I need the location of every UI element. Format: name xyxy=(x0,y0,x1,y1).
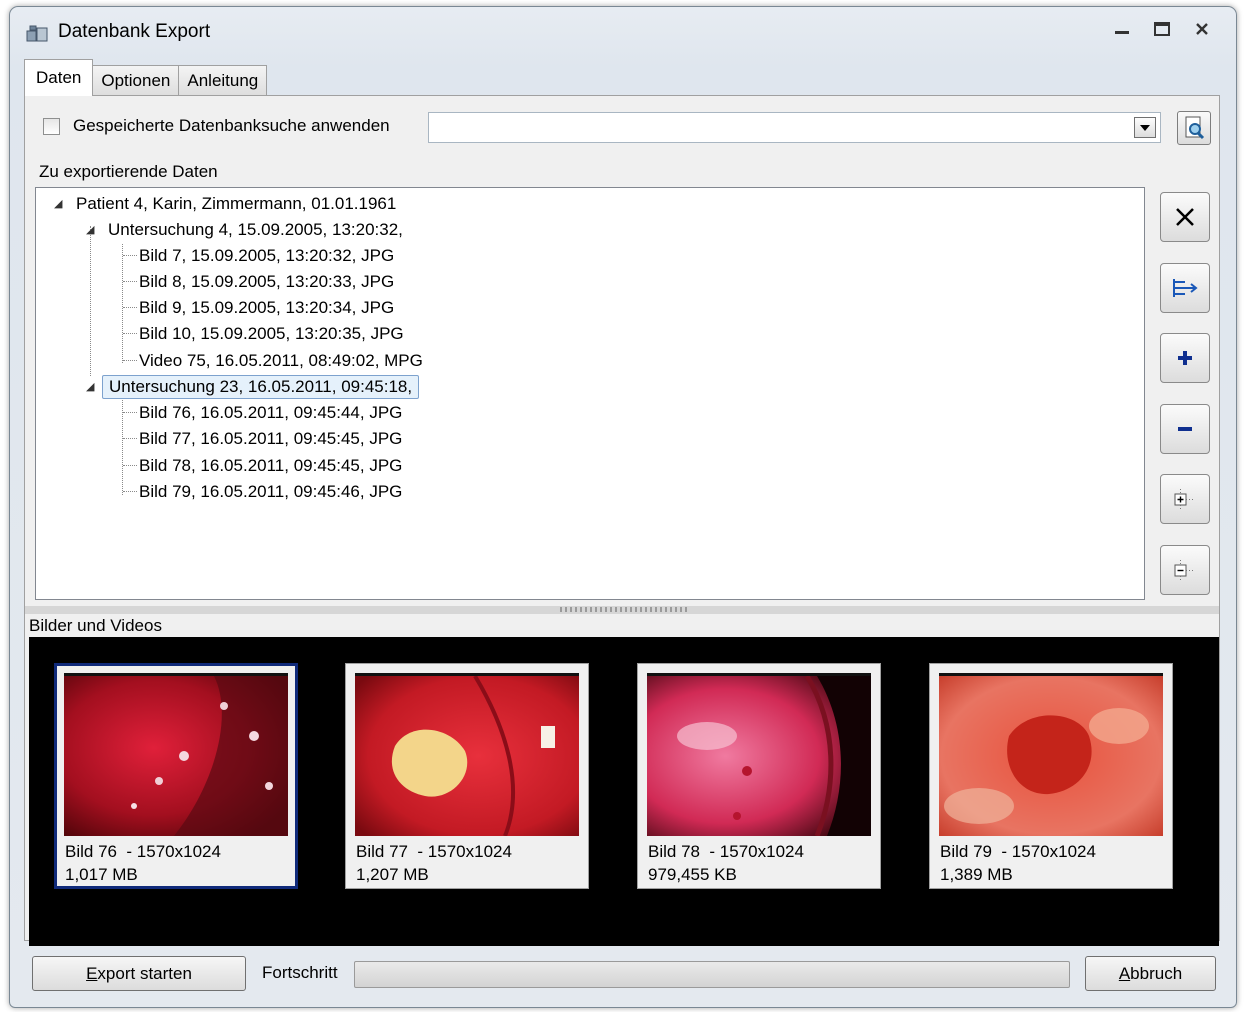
tree-connector xyxy=(123,438,137,439)
export-data-label: Zu exportierende Daten xyxy=(39,162,218,181)
thumbnail-gallery[interactable]: Bild 76 - 1570x1024 1,017 MB Bild 77 - 1… xyxy=(29,637,1219,946)
tree-connector xyxy=(123,360,137,361)
tree-node-image[interactable]: Bild 78, 16.05.2011, 09:45:45, JPG xyxy=(139,455,402,477)
saved-search-label[interactable]: Gespeicherte Datenbanksuche anwenden xyxy=(73,116,390,136)
window-title: Datenbank Export xyxy=(58,21,211,42)
tree-connector xyxy=(122,244,123,363)
close-x-icon xyxy=(1176,208,1194,226)
add-button[interactable] xyxy=(1160,333,1210,383)
grip-icon xyxy=(560,607,690,612)
footer-bar: Export starten Fortschritt Abbruch xyxy=(10,941,1238,1001)
thumbnail-caption: Bild 77 - 1570x1024 1,207 MB xyxy=(356,842,512,884)
splitter-handle[interactable] xyxy=(25,606,1219,614)
export-tree[interactable]: ◢ Patient 4, Karin, Zimmermann, 01.01.19… xyxy=(35,187,1145,600)
export-selection-button[interactable] xyxy=(1160,263,1210,313)
thumbnail-image xyxy=(355,673,579,836)
tab-anleitung[interactable]: Anleitung xyxy=(178,65,268,95)
collapse-triangle-icon[interactable]: ◢ xyxy=(54,197,62,210)
tree-connector xyxy=(122,400,123,495)
database-export-icon xyxy=(26,25,48,42)
tab-content-daten: Gespeicherte Datenbanksuche anwenden Zu … xyxy=(24,95,1220,946)
tree-node-image[interactable]: Bild 76, 16.05.2011, 09:45:44, JPG xyxy=(139,402,402,424)
tree-node-image[interactable]: Bild 10, 15.09.2005, 13:20:35, JPG xyxy=(139,323,404,345)
tree-node-image[interactable]: Bild 79, 16.05.2011, 09:45:46, JPG xyxy=(139,481,402,503)
close-window-icon[interactable] xyxy=(1182,13,1222,45)
tree-node-video[interactable]: Video 75, 16.05.2011, 08:49:02, MPG xyxy=(139,350,423,372)
search-button[interactable] xyxy=(1177,111,1211,145)
tree-connector xyxy=(123,465,137,466)
thumbnail-image xyxy=(64,673,288,836)
tab-optionen[interactable]: Optionen xyxy=(92,65,180,95)
collapse-all-button[interactable] xyxy=(1160,545,1210,595)
tree-node-patient[interactable]: Patient 4, Karin, Zimmermann, 01.01.1961 xyxy=(76,193,396,215)
tab-daten[interactable]: Daten xyxy=(24,59,94,96)
export-arrow-icon xyxy=(1173,279,1198,297)
saved-search-checkbox[interactable] xyxy=(43,118,60,135)
saved-search-combo[interactable] xyxy=(428,112,1161,143)
window-controls xyxy=(1102,13,1222,47)
cancel-label-mnemonic: A xyxy=(1118,963,1131,983)
gallery-label: Bilder und Videos xyxy=(29,616,162,635)
collapse-triangle-icon[interactable]: ◢ xyxy=(86,223,94,236)
tree-node-exam[interactable]: Untersuchung 4, 15.09.2005, 13:20:32, xyxy=(108,219,403,241)
thumbnail-card[interactable]: Bild 76 - 1570x1024 1,017 MB xyxy=(54,663,298,889)
collapse-tree-icon xyxy=(1174,560,1194,580)
minimize-icon[interactable] xyxy=(1102,13,1142,45)
collapse-triangle-icon[interactable]: ◢ xyxy=(86,380,94,393)
tree-connector xyxy=(123,412,137,413)
title-bar[interactable]: Datenbank Export xyxy=(10,7,1236,53)
expand-all-button[interactable] xyxy=(1160,474,1210,524)
export-label: xport starten xyxy=(97,963,192,983)
thumbnail-image xyxy=(939,673,1163,836)
progress-label: Fortschritt xyxy=(262,963,338,982)
export-start-button[interactable]: Export starten xyxy=(32,956,246,991)
remove-item-button[interactable] xyxy=(1160,404,1210,454)
maximize-icon[interactable] xyxy=(1142,13,1182,45)
tree-connector xyxy=(123,255,137,256)
tree-connector xyxy=(90,226,91,376)
thumbnail-card[interactable]: Bild 77 - 1570x1024 1,207 MB xyxy=(345,663,589,889)
thumbnail-card[interactable]: Bild 79 - 1570x1024 1,389 MB xyxy=(929,663,1173,889)
tree-node-image[interactable]: Bild 77, 16.05.2011, 09:45:45, JPG xyxy=(139,428,402,450)
tree-connector xyxy=(123,491,137,492)
cancel-label: bbruch xyxy=(1130,963,1183,983)
tree-connector xyxy=(123,281,137,282)
thumbnail-image xyxy=(647,673,871,836)
tree-connector xyxy=(123,307,137,308)
plus-icon xyxy=(1178,351,1192,365)
tree-node-exam-selected[interactable]: Untersuchung 23, 16.05.2011, 09:45:18, xyxy=(102,375,420,399)
remove-button[interactable] xyxy=(1160,192,1210,242)
tree-node-image[interactable]: Bild 8, 15.09.2005, 13:20:33, JPG xyxy=(139,271,394,293)
thumbnail-card[interactable]: Bild 78 - 1570x1024 979,455 KB xyxy=(637,663,881,889)
thumbnail-caption: Bild 78 - 1570x1024 979,455 KB xyxy=(648,842,804,884)
cancel-button[interactable]: Abbruch xyxy=(1085,956,1216,991)
minus-icon xyxy=(1178,427,1192,431)
expand-tree-icon xyxy=(1174,489,1194,509)
tab-bar: Daten Optionen Anleitung xyxy=(24,59,268,96)
progress-bar xyxy=(354,961,1070,988)
search-document-icon xyxy=(1185,116,1205,140)
tree-node-image[interactable]: Bild 9, 15.09.2005, 13:20:34, JPG xyxy=(139,297,394,319)
export-window: Datenbank Export Daten Optionen Anleitun… xyxy=(9,6,1237,1008)
export-label-mnemonic: E xyxy=(86,963,98,983)
thumbnail-caption: Bild 76 - 1570x1024 1,017 MB xyxy=(65,842,221,884)
tree-node-image[interactable]: Bild 7, 15.09.2005, 13:20:32, JPG xyxy=(139,245,394,267)
thumbnail-caption: Bild 79 - 1570x1024 1,389 MB xyxy=(940,842,1096,884)
tree-connector xyxy=(123,333,137,334)
chevron-down-icon[interactable] xyxy=(1134,117,1156,138)
